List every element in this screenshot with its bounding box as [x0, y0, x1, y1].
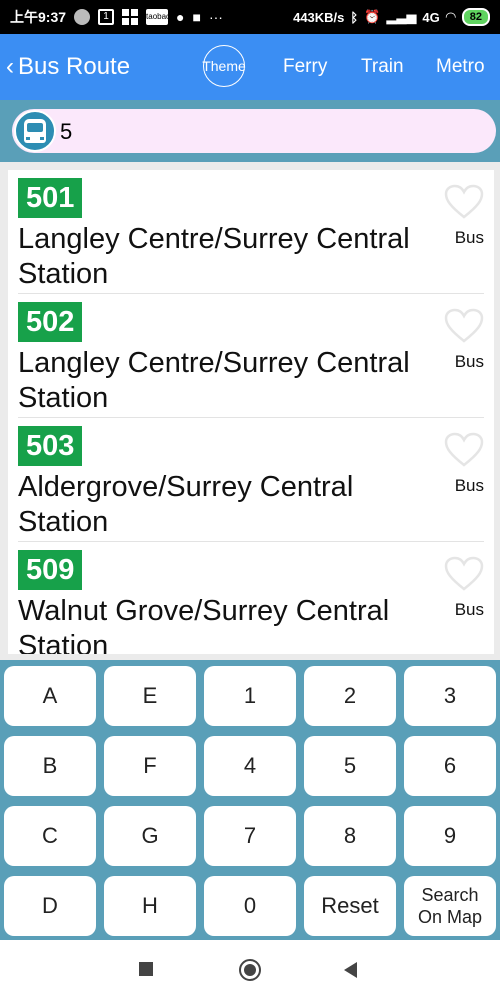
- theme-button[interactable]: Theme: [202, 45, 246, 87]
- route-name: Langley Centre/Surrey Central Station: [18, 347, 410, 414]
- route-type: Bus: [454, 352, 484, 371]
- route-type: Bus: [454, 600, 484, 619]
- app-grid-icon: [122, 9, 139, 25]
- route-number: 509: [18, 550, 83, 590]
- key-c[interactable]: C: [4, 806, 96, 866]
- key-a[interactable]: A: [4, 666, 96, 726]
- reset-button[interactable]: Reset: [304, 876, 396, 936]
- bus-icon: [14, 110, 56, 152]
- bus-notification-icon: ■: [192, 9, 201, 25]
- nav-ferry[interactable]: Ferry: [283, 56, 327, 78]
- key-b[interactable]: B: [4, 736, 96, 796]
- route-number: 503: [18, 426, 83, 466]
- page-title[interactable]: Bus Route: [18, 53, 130, 81]
- search-on-map-button[interactable]: Search On Map: [404, 876, 496, 936]
- list-item[interactable]: 502 Langley Centre/Surrey Central Statio…: [18, 294, 484, 418]
- app-bar: ‹ Bus Route Theme Ferry Train Metro: [0, 34, 500, 100]
- route-name: Walnut Grove/Surrey Central Station: [18, 595, 390, 654]
- heart-icon[interactable]: [444, 308, 484, 344]
- signal-type: 4G: [422, 9, 440, 25]
- key-6[interactable]: 6: [404, 736, 496, 796]
- key-4[interactable]: 4: [204, 736, 296, 796]
- heart-icon[interactable]: [444, 432, 484, 468]
- key-g[interactable]: G: [104, 806, 196, 866]
- route-number: 502: [18, 302, 83, 342]
- key-7[interactable]: 7: [204, 806, 296, 866]
- alarm-off-icon: ⏰: [364, 9, 381, 24]
- list-item[interactable]: 501 Langley Centre/Surrey Central Statio…: [18, 170, 484, 294]
- route-type: Bus: [454, 228, 484, 247]
- list-item[interactable]: 503 Aldergrove/Surrey Central Station Bu…: [18, 418, 484, 542]
- keypad: A E 1 2 3 B F 4 5 6 C G 7 8 9 D H 0 Rese…: [0, 660, 500, 940]
- key-2[interactable]: 2: [304, 666, 396, 726]
- chat-icon: ●: [176, 9, 185, 25]
- key-h[interactable]: H: [104, 876, 196, 936]
- key-3[interactable]: 3: [404, 666, 496, 726]
- signal-icon: ▂▃▅: [386, 9, 417, 24]
- key-8[interactable]: 8: [304, 806, 396, 866]
- recent-apps-icon[interactable]: [139, 962, 153, 976]
- key-9[interactable]: 9: [404, 806, 496, 866]
- system-nav-bar: [0, 940, 500, 1000]
- bluetooth-icon: ᛒ: [350, 9, 359, 25]
- notification-icon: [74, 9, 91, 25]
- nav-train[interactable]: Train: [361, 56, 404, 78]
- route-list-area: 501 Langley Centre/Surrey Central Statio…: [0, 162, 500, 660]
- key-e[interactable]: E: [104, 666, 196, 726]
- key-0[interactable]: 0: [204, 876, 296, 936]
- nav-metro[interactable]: Metro: [436, 56, 485, 78]
- more-icon: ···: [208, 9, 223, 25]
- wifi-icon: ◠: [445, 9, 456, 24]
- route-type: Bus: [454, 476, 484, 495]
- search-value: 5: [60, 119, 73, 144]
- status-time: 上午9:37: [10, 9, 67, 25]
- route-name: Aldergrove/Surrey Central Station: [18, 471, 354, 538]
- search-area: 5: [0, 100, 500, 162]
- heart-icon[interactable]: [444, 184, 484, 220]
- search-input[interactable]: 5: [12, 109, 496, 153]
- key-f[interactable]: F: [104, 736, 196, 796]
- key-1[interactable]: 1: [204, 666, 296, 726]
- status-bar: 上午9:37 1 taobao ● ■ ··· 443KB/s ᛒ ⏰ ▂▃▅ …: [0, 0, 500, 34]
- sim-icon: 1: [98, 9, 115, 25]
- route-list[interactable]: 501 Langley Centre/Surrey Central Statio…: [8, 170, 494, 654]
- heart-icon[interactable]: [444, 556, 484, 592]
- route-name: Langley Centre/Surrey Central Station: [18, 223, 410, 290]
- key-d[interactable]: D: [4, 876, 96, 936]
- route-number: 501: [18, 178, 83, 218]
- home-icon[interactable]: [239, 959, 261, 981]
- list-item[interactable]: 509 Walnut Grove/Surrey Central Station …: [18, 542, 484, 654]
- battery-icon: 82: [461, 8, 490, 26]
- app-logo-icon: taobao: [146, 9, 171, 25]
- key-5[interactable]: 5: [304, 736, 396, 796]
- network-speed: 443KB/s: [293, 9, 345, 25]
- back-icon[interactable]: [344, 962, 357, 978]
- chevron-left-icon[interactable]: ‹: [6, 53, 14, 81]
